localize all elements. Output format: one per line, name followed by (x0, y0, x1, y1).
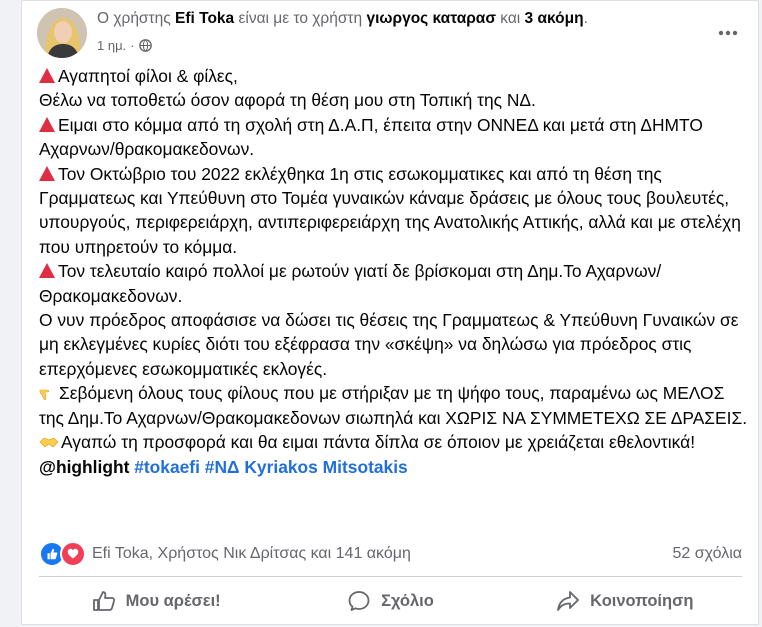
post-header: Ο χρήστης Efi Toka είναι με το χρήστη γι… (97, 10, 588, 28)
author-name[interactable]: Efi Toka (175, 10, 234, 27)
author-avatar[interactable] (37, 8, 87, 58)
red-triangle-icon (39, 68, 55, 83)
comment-button[interactable]: Σχόλιο (273, 581, 507, 621)
thumbs-up-icon (92, 591, 115, 611)
red-triangle-icon (39, 165, 55, 181)
comment-bubble-icon (348, 591, 370, 611)
share-button[interactable]: Κοινοποίηση (508, 581, 742, 621)
like-button[interactable]: Μου αρέσει! (39, 581, 273, 621)
tagged-others[interactable]: 3 ακόμη (525, 10, 584, 27)
hashtag-link[interactable]: #tokaefi (134, 457, 200, 477)
globe-icon[interactable] (138, 39, 152, 52)
post-card: Ο χρήστης Efi Toka είναι με το χρήστη γι… (21, 0, 759, 625)
tagged-page-link[interactable]: Kyriakos Mitsotakis (244, 457, 407, 477)
red-triangle-icon (39, 116, 55, 132)
like-label: Μου αρέσει! (125, 591, 221, 610)
post-meta: 1 ημ. · (97, 38, 152, 53)
red-triangle-icon (39, 263, 55, 279)
reactions-summary[interactable]: Efi Toka, Χρήστος Νικ Δρίτσας και 141 ακ… (92, 545, 411, 563)
share-label: Κοινοποίηση (590, 591, 694, 610)
avatar-photo (37, 8, 87, 58)
post-paragraph: Τον τελευταίο καιρό πολλοί με ρωτούν για… (39, 261, 662, 306)
post-paragraph: Σεβόμενη όλους τους φίλους που με στήριξ… (39, 383, 748, 428)
post-paragraph: Αγαπώ τη προσφορά και θα ειμαι πάντα δίπ… (39, 430, 751, 454)
header-with-text: είναι με το χρήστη (238, 10, 363, 27)
love-reaction-icon (60, 541, 86, 567)
share-arrow-icon (557, 591, 580, 611)
handshake-icon (39, 437, 59, 448)
post-body: Αγαπητοί φίλοι & φίλες, Θέλω να τοποθετώ… (39, 64, 751, 479)
post-paragraph: Αγαπητοί φίλοι & φίλες, (39, 64, 751, 88)
mention-link[interactable]: @highlight (39, 457, 129, 477)
post-time[interactable]: 1 ημ. (97, 38, 126, 53)
header-prefix: Ο χρήστης (97, 10, 171, 27)
post-paragraph: Ειμαι στο κόμμα από τη σχολή στη Δ.Α.Π, … (39, 114, 703, 160)
ellipsis-icon (718, 30, 738, 36)
tagged-user[interactable]: γιωργος καταρασ (366, 10, 495, 27)
pointing-hand-icon (39, 389, 50, 401)
header-period: . (583, 10, 588, 27)
post-actions: Μου αρέσει! Σχόλιο Κοινοποίηση (39, 581, 742, 621)
post-paragraph: Ο νυν πρόεδρος αποφάσισε να δώσει τις θέ… (39, 310, 739, 379)
comments-count[interactable]: 52 σχόλια (673, 545, 742, 563)
hashtag-link[interactable]: #ΝΔ (205, 457, 240, 477)
post-paragraph: Θέλω να τοποθετώ όσον αφορά τη θέση μου … (39, 90, 536, 111)
reaction-icons[interactable] (39, 541, 86, 567)
reactions-bar: Efi Toka, Χρήστος Νικ Δρίτσας και 141 ακ… (39, 541, 742, 567)
actions-divider (39, 576, 742, 577)
post-paragraph: Τον Οκτώβριο του 2022 εκλέχθηκα 1η στις … (39, 163, 741, 257)
more-options-button[interactable] (716, 21, 740, 45)
comment-label: Σχόλιο (381, 591, 434, 610)
post-tags: @highlight #tokaefi #ΝΔ Kyriakos Mitsota… (39, 455, 751, 479)
header-and-text: και (500, 10, 521, 27)
